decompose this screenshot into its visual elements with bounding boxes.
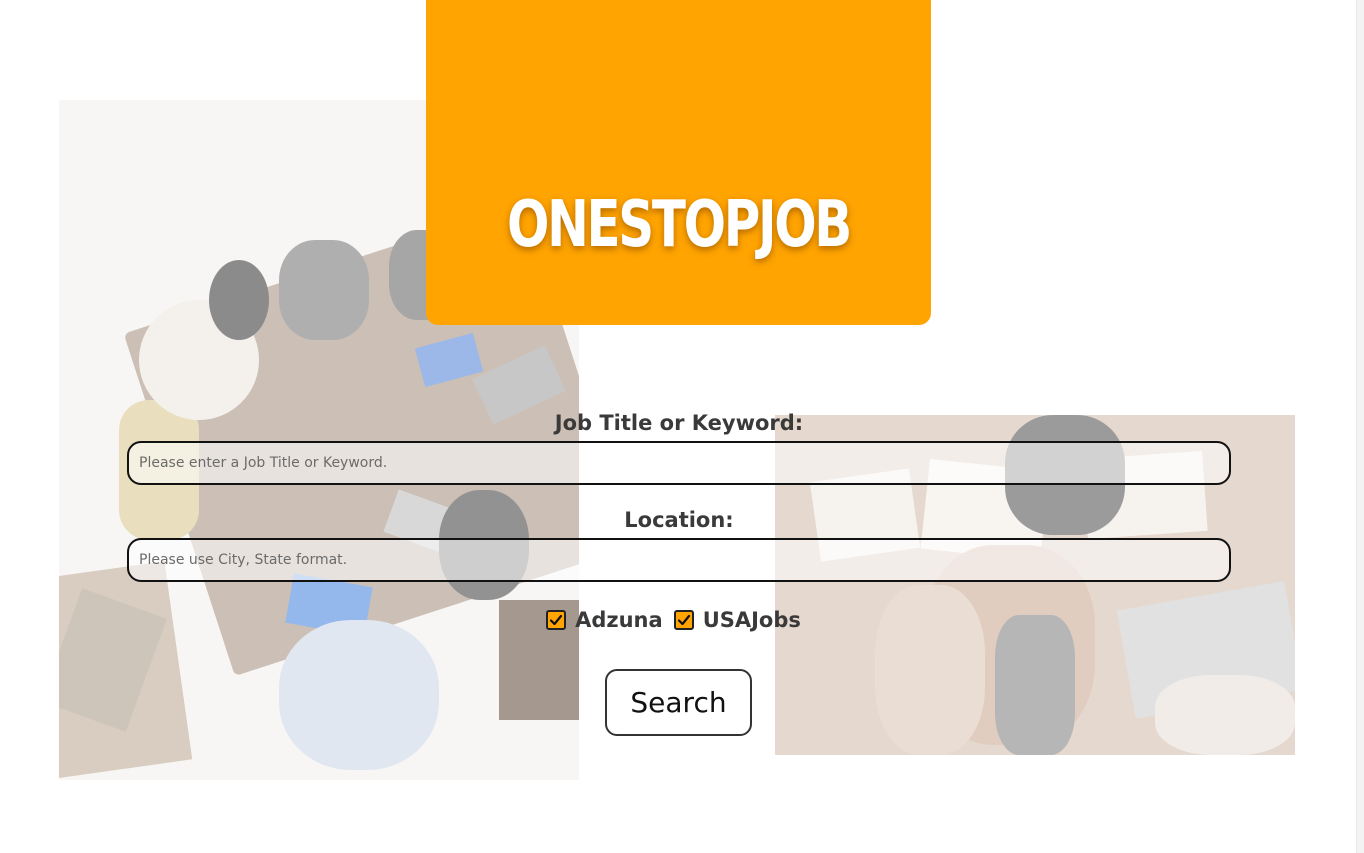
usajobs-checkbox[interactable] [673,610,694,630]
logo-banner: ONESTOPJOB [426,0,931,325]
landing-page: ONESTOPJOB Job Title or Keyword: Locatio… [0,0,1364,853]
job-source-options: Adzuna USAJobs [0,604,1358,636]
search-button[interactable]: Search [605,669,752,736]
logo-text: ONESTOPJOB [506,188,852,262]
adzuna-label[interactable]: Adzuna [575,608,663,632]
adzuna-checkbox[interactable] [546,610,567,630]
scrollbar[interactable] [1356,0,1364,853]
location-label: Location: [624,508,734,532]
keyword-input[interactable] [127,441,1231,485]
keyword-label: Job Title or Keyword: [554,411,804,435]
location-input[interactable] [127,538,1231,582]
checkmark-icon [677,614,690,626]
usajobs-label[interactable]: USAJobs [703,608,801,632]
checkmark-icon [549,614,563,626]
